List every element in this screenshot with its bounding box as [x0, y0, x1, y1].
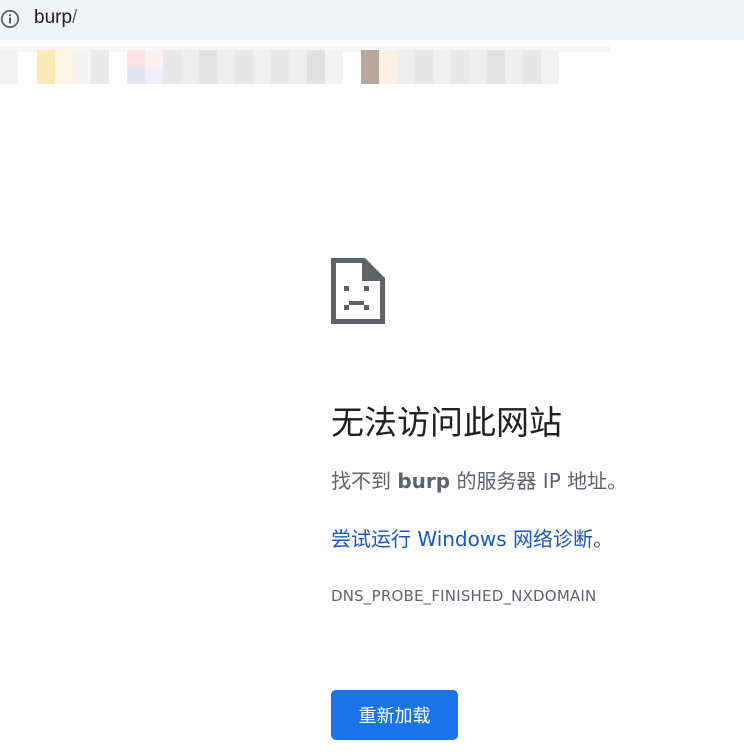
info-icon[interactable]: [0, 9, 20, 29]
error-subtitle: 找不到 burp 的服务器 IP 地址。: [331, 465, 627, 494]
address-bar[interactable]: burp/: [0, 0, 744, 40]
blurred-bookmarks-graphic: [0, 46, 610, 84]
subtitle-host: burp: [397, 469, 451, 493]
suggestion-line: 尝试运行 Windows 网络诊断。: [331, 523, 613, 552]
sad-page-icon: [331, 258, 385, 324]
suggestion-end: 。: [593, 527, 613, 551]
bookmarks-bar: [0, 40, 744, 86]
error-title: 无法访问此网站: [331, 403, 562, 442]
url-path: /: [72, 7, 78, 28]
browser-window: burp/ 无法访问此网站 找不到 burp 的服务器 IP 地址。 尝试运行 …: [0, 0, 744, 756]
error-code: DNS_PROBE_FINISHED_NXDOMAIN: [331, 587, 597, 605]
subtitle-prefix: 找不到: [331, 469, 398, 493]
url-host: burp: [34, 7, 73, 28]
subtitle-suffix: 的服务器 IP 地址。: [450, 469, 628, 493]
reload-button[interactable]: 重新加载: [331, 690, 458, 740]
url-text[interactable]: burp/: [34, 7, 77, 29]
run-network-diagnostics-link[interactable]: 尝试运行 Windows 网络诊断: [331, 527, 593, 551]
